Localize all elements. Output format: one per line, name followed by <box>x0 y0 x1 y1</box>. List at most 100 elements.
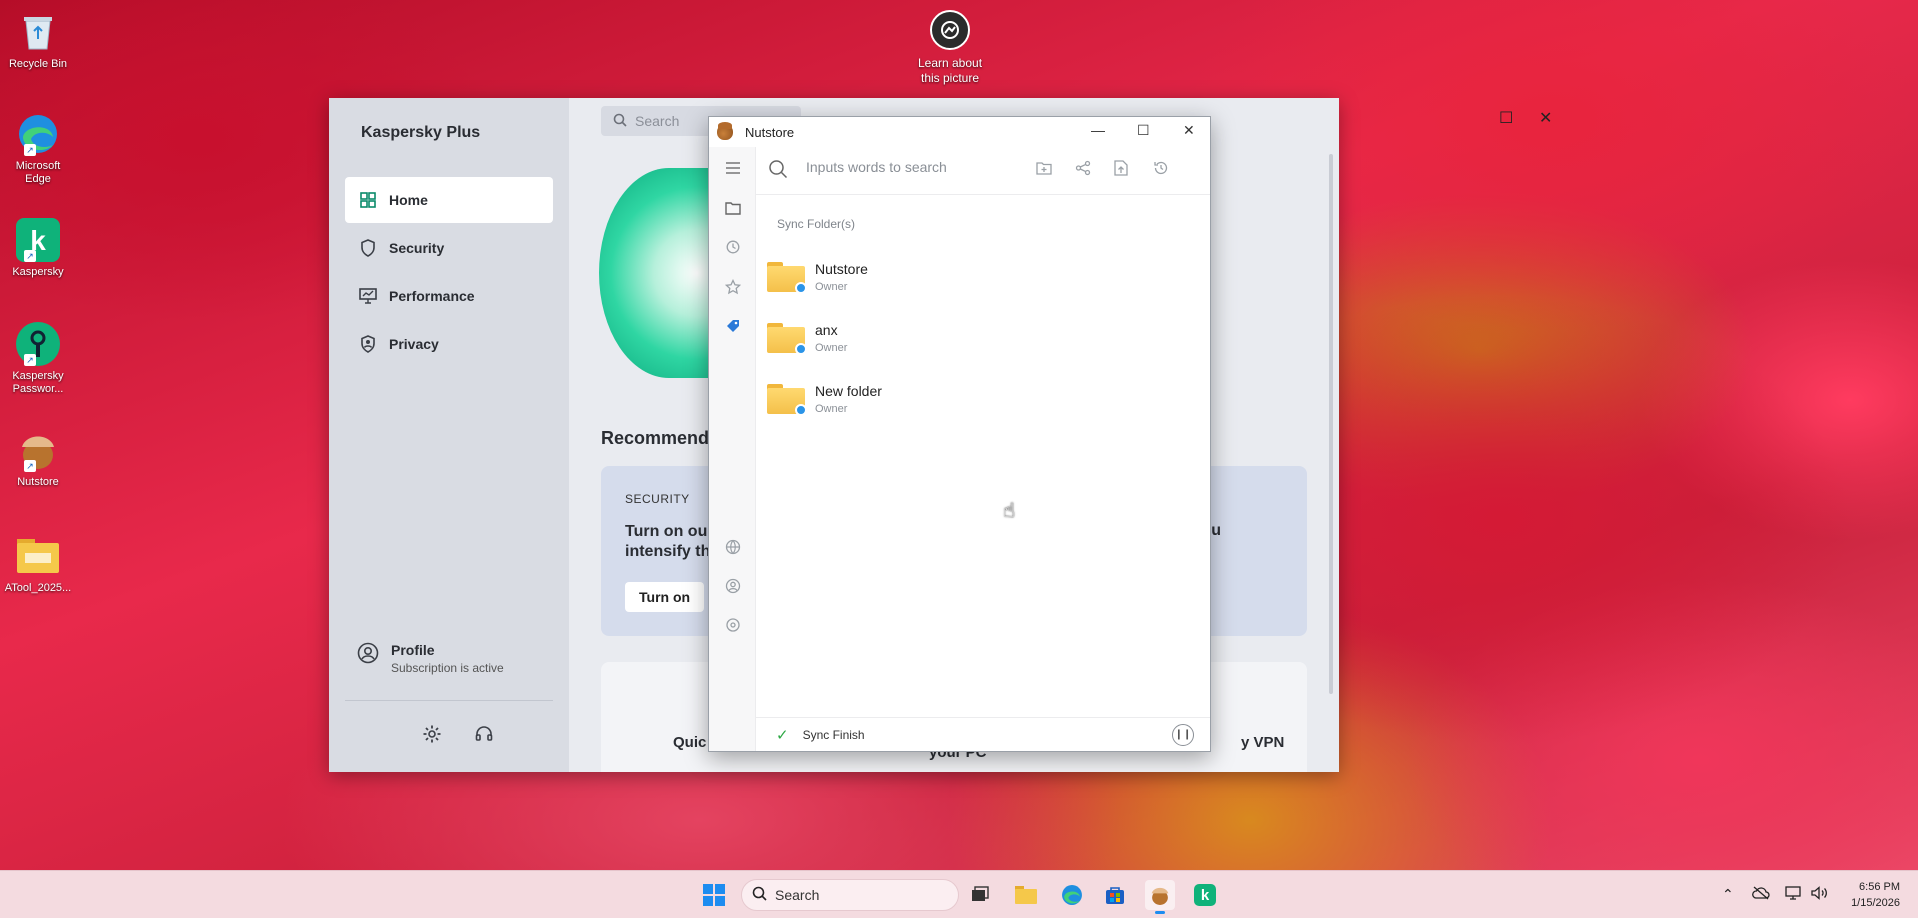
sync-folders-heading: Sync Folder(s) <box>777 217 856 231</box>
nav-label: Privacy <box>389 336 439 352</box>
turn-on-button[interactable]: Turn on <box>625 582 705 612</box>
cloud-offline-icon[interactable] <box>1752 886 1770 903</box>
search-placeholder: Search <box>635 113 680 129</box>
nutstore-side-rail <box>709 147 756 751</box>
hand-cursor-icon: ☝ <box>1003 500 1016 522</box>
kaspersky-nav-performance[interactable]: Performance <box>345 273 553 319</box>
tile-vpn[interactable]: y VPN <box>1241 734 1284 751</box>
globe-icon[interactable] <box>709 539 756 559</box>
nutstore-logo-icon <box>717 122 733 140</box>
desktop-icon-recycle-bin[interactable]: Recycle Bin <box>4 10 72 71</box>
learn-about-picture[interactable]: Learn about this picture <box>910 10 990 86</box>
desktop-icon-kaspersky[interactable]: k ↗ Kaspersky <box>4 218 72 279</box>
card-text: Turn on our intensify th <box>625 523 714 560</box>
nav-label: Security <box>389 240 445 256</box>
user-circle-icon <box>357 642 379 669</box>
start-button[interactable] <box>703 884 725 906</box>
close-icon[interactable]: ✕ <box>1183 122 1195 139</box>
files-folder-icon[interactable] <box>709 201 756 219</box>
desktop-icon-nutstore[interactable]: ↗ Nutstore <box>4 428 72 489</box>
pause-sync-icon[interactable]: ❙❙ <box>1172 724 1194 746</box>
desktop-icon-label: Kaspersky Passwor... <box>12 370 64 395</box>
desktop-icon-label: Microsoft Edge <box>15 160 61 185</box>
history-icon[interactable] <box>1153 160 1169 181</box>
account-icon[interactable] <box>709 578 756 598</box>
folder-name: anx <box>815 322 838 338</box>
chevron-up-icon[interactable]: ⌃ <box>1722 886 1734 903</box>
shield-icon <box>359 239 377 257</box>
nutstore-status-bar: ✓ Sync Finish ❙❙ <box>756 717 1210 751</box>
checkmark-icon: ✓ <box>776 726 789 744</box>
folder-item-nutstore[interactable]: Nutstore Owner <box>767 253 1187 301</box>
search-icon <box>613 113 627 130</box>
card-text-right: u <box>1211 522 1221 539</box>
hamburger-menu-icon[interactable] <box>709 161 756 179</box>
nutstore-icon: ↗ <box>16 428 60 472</box>
file-explorer-icon[interactable] <box>1011 880 1041 910</box>
synced-folder-icon <box>767 262 807 294</box>
new-folder-icon[interactable] <box>1036 160 1052 181</box>
folder-name: New folder <box>815 383 882 399</box>
kaspersky-password-icon: ↗ <box>16 322 60 366</box>
synced-folder-icon <box>767 384 807 416</box>
kaspersky-nav-home[interactable]: Home <box>345 177 553 223</box>
minimize-icon[interactable]: — <box>1091 122 1105 138</box>
kaspersky-profile[interactable]: Profile Subscription is active <box>357 642 504 675</box>
home-grid-icon <box>359 191 377 209</box>
maximize-icon[interactable]: ☐ <box>1137 122 1150 139</box>
folder-item-anx[interactable]: anx Owner <box>767 314 1187 362</box>
desktop-icon-atool-folder[interactable]: ATool_2025... <box>4 534 72 595</box>
maximize-icon[interactable]: ☐ <box>1499 108 1513 128</box>
system-clock[interactable]: 6:56 PM 1/15/2026 <box>1851 879 1900 911</box>
store-icon[interactable] <box>1100 880 1130 910</box>
folder-item-new-folder[interactable]: New folder Owner <box>767 375 1187 423</box>
settings-icon[interactable] <box>709 617 756 637</box>
nav-label: Performance <box>389 288 475 304</box>
recycle-bin-icon <box>16 10 60 54</box>
taskbar-search[interactable]: Search <box>741 879 959 911</box>
folder-role: Owner <box>815 342 848 354</box>
share-icon[interactable] <box>1075 160 1091 181</box>
privacy-icon <box>359 335 377 353</box>
task-view-icon[interactable] <box>965 880 995 910</box>
nutstore-search-input[interactable] <box>806 159 1006 175</box>
desktop-icon-kaspersky-password[interactable]: ↗ Kaspersky Passwor... <box>4 322 72 396</box>
search-icon <box>768 159 788 184</box>
desktop-icon-label: Recycle Bin <box>8 58 68 70</box>
kaspersky-scrollbar[interactable] <box>1329 154 1333 694</box>
kaspersky-sidebar: Kaspersky Plus Home Security Performance… <box>329 98 569 772</box>
folder-name: Nutstore <box>815 261 868 277</box>
recent-clock-icon[interactable] <box>709 240 756 258</box>
folder-role: Owner <box>815 281 848 293</box>
tile-quick-scan[interactable]: Quic <box>673 734 706 751</box>
kaspersky-taskbar-icon[interactable]: k <box>1190 880 1220 910</box>
taskbar-search-label: Search <box>775 887 820 903</box>
gear-icon[interactable] <box>422 724 442 749</box>
kaspersky-nav-privacy[interactable]: Privacy <box>345 321 553 367</box>
monitor-icon <box>359 287 377 305</box>
folder-icon <box>16 534 60 578</box>
desktop-icon-label: ATool_2025... <box>4 582 72 594</box>
support-headset-icon[interactable] <box>474 724 494 749</box>
star-icon[interactable] <box>709 278 756 299</box>
folder-role: Owner <box>815 403 848 415</box>
close-icon[interactable]: ✕ <box>1539 108 1552 128</box>
nutstore-taskbar-icon[interactable] <box>1145 880 1175 914</box>
upload-file-icon[interactable] <box>1114 160 1128 181</box>
kaspersky-nav-security[interactable]: Security <box>345 225 553 271</box>
edge-icon: ↗ <box>16 112 60 156</box>
profile-name: Profile <box>391 642 435 658</box>
nav-label: Home <box>389 192 428 208</box>
tag-icon[interactable] <box>709 318 756 338</box>
clock-date: 1/15/2026 <box>1851 897 1900 909</box>
nutstore-titlebar[interactable]: Nutstore — ☐ ✕ <box>709 117 1210 147</box>
edge-icon[interactable] <box>1057 880 1087 910</box>
desktop-icon-edge[interactable]: ↗ Microsoft Edge <box>4 112 72 186</box>
camera-info-icon <box>930 10 970 50</box>
subscription-status: Subscription is active <box>391 661 504 675</box>
nutstore-title: Nutstore <box>745 124 795 140</box>
learn-label: Learn about this picture <box>917 56 983 85</box>
network-icon[interactable] <box>1785 886 1803 903</box>
sync-status-text: Sync Finish <box>802 727 865 742</box>
volume-icon[interactable] <box>1811 886 1829 903</box>
